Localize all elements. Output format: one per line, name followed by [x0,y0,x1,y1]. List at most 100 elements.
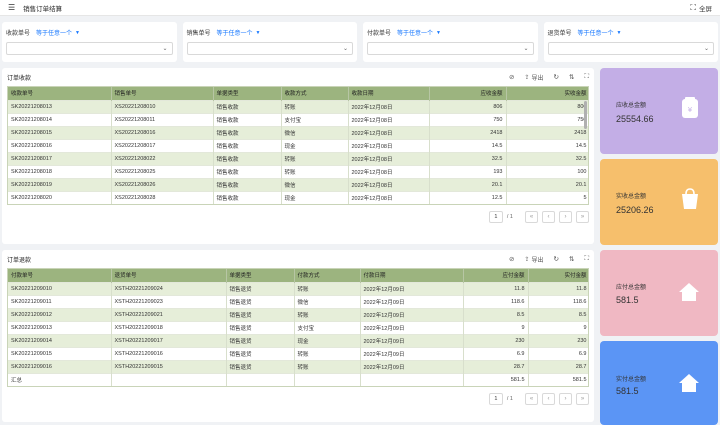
table-cell [360,372,464,386]
table-cell: 2022年12月08日 [348,99,430,113]
table-cell: SK20221209016 [8,359,112,373]
table-row[interactable]: SK20221208013 XS20221208010 销售收款 转账 2022年12月… [8,99,588,113]
table-row[interactable]: SK20221208019 XS20221208026 销售收款 微信 2022年12月… [8,177,588,191]
table-cell: XS20221208016 [111,125,214,139]
filter-label: 退货单号 [547,31,572,37]
card-label: 实付总金额 [616,377,647,383]
table-cell: XSTH20221209023 [111,294,227,308]
table-row[interactable]: SK20221209013 XSTH20221209018 销售退货 支付宝 2022年… [8,320,588,334]
filter-operator-dropdown[interactable]: 等于任意一个 ▼ [216,28,261,38]
table-cell: 销售退货 [226,333,295,347]
shopping-bag-icon [680,188,700,212]
export-label: 导出 [531,75,544,82]
export-button[interactable]: ⇪ 导出 [524,255,543,264]
filter-select[interactable]: ⌄ [367,42,534,55]
column-header[interactable]: 销售单号 [111,87,214,100]
column-header[interactable]: 应付金额 [463,269,529,282]
card-value: 581.5 [616,386,639,396]
next-page-button[interactable]: › [559,393,572,405]
table-row[interactable]: SK20221209016 XSTH20221209015 销售退货 转账 2022年1… [8,359,588,373]
svg-text:¥: ¥ [688,106,693,114]
filter-select[interactable]: ⌄ [186,42,353,55]
table-row[interactable]: SK20221208020 XS20221208028 销售收款 现金 2022年12月… [8,190,588,204]
prev-page-button[interactable]: ‹ [542,211,555,223]
clear-filter-icon[interactable]: ⊘ [509,73,514,81]
fullscreen-button[interactable]: ⛶ 全屏 [690,3,712,13]
receipts-panel: 订单收款 ⊘ ⇪ 导出 ↻ ⇅ ⛶ 收款单号 销售单号 单据类型 收款方式 收款日期 应收金… [2,68,594,244]
table-row[interactable]: SK20221209012 XSTH20221209021 销售退货 转账 2022年1… [8,307,588,321]
table-cell [294,372,361,386]
table-scrollbar[interactable] [584,101,587,129]
table-cell: 12.5 [429,190,507,204]
filter-operator-dropdown[interactable]: 等于任意一个 ▼ [577,28,622,38]
column-header[interactable]: 退货单号 [111,269,227,282]
panel-title: 订单退款 [7,257,32,264]
table-cell: 支付宝 [294,320,361,334]
expand-icon[interactable]: ⛶ [584,73,589,81]
card-receivable-total: 应收总金额 25554.66 ¥ [600,68,718,154]
table-row[interactable]: SK20221209014 XSTH20221209017 销售退货 现金 2022年1… [8,333,588,347]
table-row[interactable]: SK20221208018 XS20221208025 销售收款 转账 2022年12月… [8,164,588,178]
table-cell: SK20221209010 [8,281,112,295]
table-row[interactable]: SK20221209010 XSTH20221209024 销售退货 转账 2022年1… [8,281,588,295]
column-header[interactable]: 单据类型 [213,87,282,100]
column-header[interactable]: 收款单号 [8,87,112,100]
table-cell: SK20221208014 [8,112,112,126]
table-cell: 806 [506,99,588,113]
expand-icon[interactable]: ⛶ [584,255,589,263]
filter-operator-dropdown[interactable]: 等于任意一个 ▼ [397,28,441,38]
table-row[interactable]: SK20221208014 XS20221208011 销售收款 支付宝 2022年12… [8,112,588,126]
column-header[interactable]: 实收金额 [506,87,588,100]
table-row[interactable]: SK20221209011 XSTH20221209023 销售退货 微信 2022年1… [8,294,588,308]
column-header[interactable]: 收款日期 [348,87,430,100]
first-page-button[interactable]: « [525,211,538,223]
filter-payment-no: 付款单号 等于任意一个 ▼ ⌄ [363,22,538,62]
clear-filter-icon[interactable]: ⊘ [509,255,514,263]
column-header[interactable]: 付款日期 [360,269,464,282]
refunds-panel: 订单退款 ⊘ ⇪ 导出 ↻ ⇅ ⛶ 付款单号 退货单号 单据类型 付款方式 付款日期 应付金… [2,250,594,422]
table-row[interactable]: SK20221208016 XS20221208017 销售收款 现金 2022年12月… [8,138,588,152]
filter-operator-dropdown[interactable]: 等于任意一个 ▼ [36,28,80,38]
filter-select[interactable]: ⌄ [547,42,714,55]
table-cell: 微信 [294,294,361,308]
column-header[interactable]: 实付金额 [528,269,588,282]
sort-icon[interactable]: ⇅ [569,255,574,263]
filter-operator-label: 等于任意一个 [216,31,253,37]
table-row[interactable]: SK20221208017 XS20221208022 销售收款 转账 2022年12月… [8,151,588,165]
table-cell: XSTH20221209018 [111,320,227,334]
column-header[interactable]: 付款单号 [8,269,112,282]
refresh-icon[interactable]: ↻ [554,255,559,263]
table-cell: 20.1 [506,177,588,191]
page-number-input[interactable]: 1 [488,393,503,405]
table-cell: 销售退货 [226,359,295,373]
card-label: 应付总金额 [616,285,647,291]
next-page-button[interactable]: › [559,211,572,223]
table-cell: SK20221209011 [8,294,112,308]
filter-select[interactable]: ⌄ [6,42,173,55]
last-page-button[interactable]: » [576,211,589,223]
column-header[interactable]: 收款方式 [281,87,349,100]
page-number-input[interactable]: 1 [488,211,503,223]
table-row[interactable]: SK20221209015 XSTH20221209016 销售退货 转账 2022年1… [8,346,588,360]
filter-operator-label: 等于任意一个 [577,31,614,37]
last-page-button[interactable]: » [576,393,589,405]
table-cell: XSTH20221209024 [111,281,227,295]
table-cell: XS20221208017 [111,138,214,152]
menu-icon[interactable]: ☰ [8,3,15,12]
first-page-button[interactable]: « [525,393,538,405]
table-cell: 20.1 [429,177,507,191]
table-cell: 2022年12月09日 [360,359,464,373]
prev-page-button[interactable]: ‹ [542,393,555,405]
refresh-icon[interactable]: ↻ [554,73,559,81]
table-cell: SK20221208020 [8,190,112,204]
table-cell: XS20221208025 [111,164,214,178]
sort-icon[interactable]: ⇅ [569,73,574,81]
table-cell: 230 [463,333,529,347]
column-header[interactable]: 应收金额 [429,87,507,100]
table-row[interactable]: SK20221208015 XS20221208016 销售收款 微信 2022年12月… [8,125,588,139]
table-cell: 支付宝 [281,112,349,126]
table-cell: SK20221208019 [8,177,112,191]
column-header[interactable]: 付款方式 [294,269,361,282]
export-button[interactable]: ⇪ 导出 [524,73,543,82]
column-header[interactable]: 单据类型 [226,269,295,282]
